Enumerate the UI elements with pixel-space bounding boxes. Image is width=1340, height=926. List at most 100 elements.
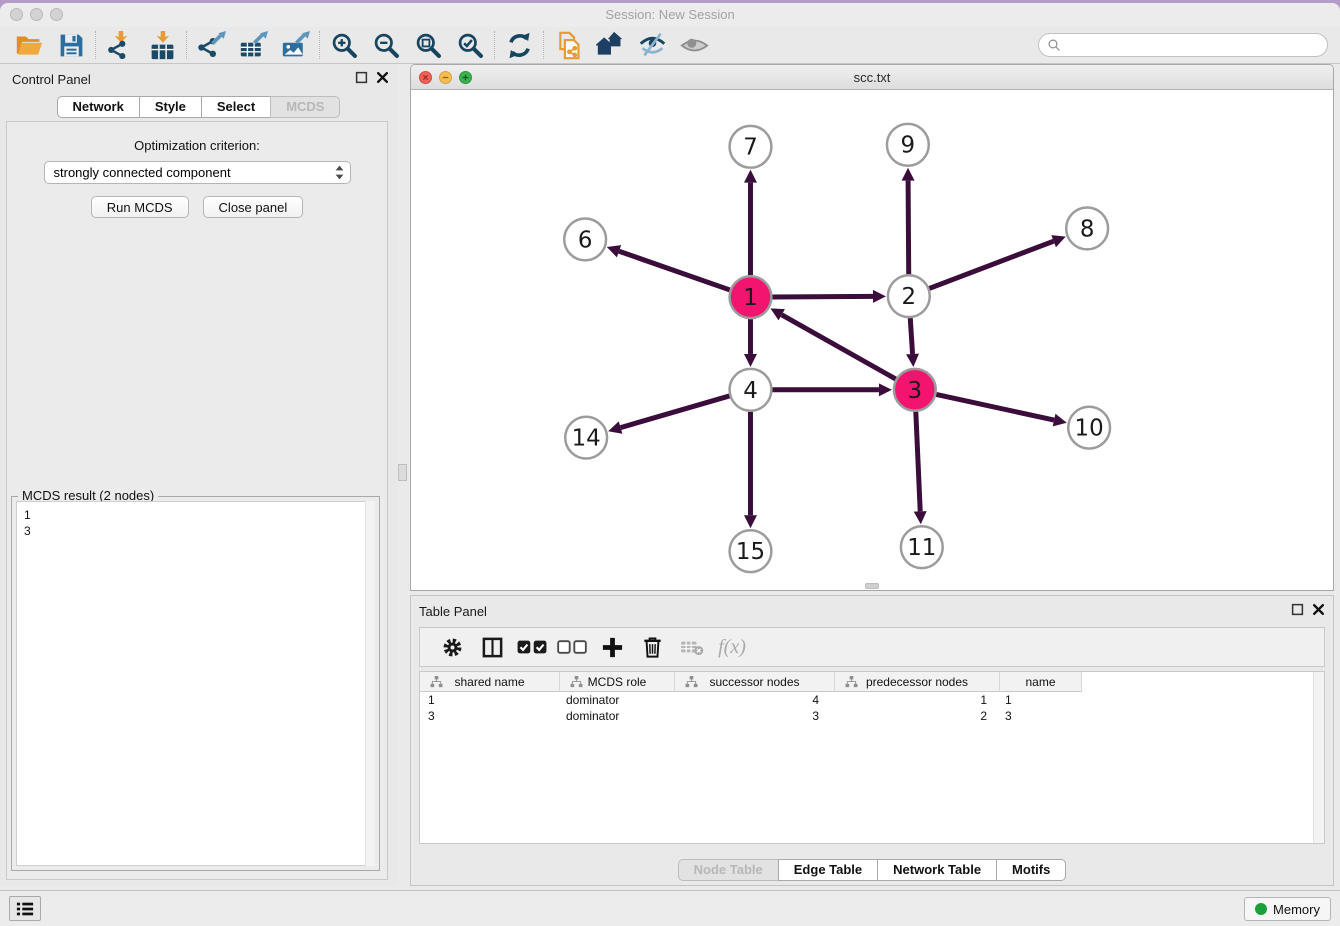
- mcds-result-group: MCDS result (2 nodes) 13: [11, 496, 380, 871]
- import-table-button[interactable]: [141, 29, 183, 61]
- table-panel: Table Panel f(x) shared nameMCDS rolesuc…: [410, 595, 1334, 886]
- task-history-button[interactable]: [9, 896, 41, 921]
- tab-node-table[interactable]: Node Table: [678, 859, 779, 881]
- panel-splitter[interactable]: [398, 464, 407, 481]
- network-hscroll-thumb[interactable]: [865, 583, 879, 589]
- save-icon: [57, 31, 86, 60]
- fx-icon: f(x): [718, 636, 746, 659]
- graph-node-14[interactable]: 14: [565, 417, 607, 459]
- close-panel-icon[interactable]: [375, 71, 389, 85]
- zoom-out-button[interactable]: [365, 29, 407, 61]
- trash-icon: [641, 636, 664, 659]
- close-table-panel-icon[interactable]: [1311, 603, 1325, 617]
- network-zoom-button[interactable]: [459, 71, 472, 84]
- svg-text:10: 10: [1075, 416, 1104, 442]
- zoom-in-button[interactable]: [323, 29, 365, 61]
- tab-network[interactable]: Network: [57, 96, 140, 118]
- export-table-icon: [239, 31, 268, 60]
- graph-node-7[interactable]: 7: [730, 126, 772, 168]
- network-minimize-button[interactable]: [439, 71, 452, 84]
- float-panel-icon[interactable]: [354, 71, 368, 85]
- add-column-button[interactable]: [594, 632, 630, 662]
- svg-text:14: 14: [572, 426, 601, 452]
- first-neighbors-button[interactable]: [589, 29, 631, 61]
- network-graph[interactable]: 7 9 6 8 1 2 4 3 14 10 15 11: [411, 90, 1333, 590]
- table-settings-button[interactable]: [434, 632, 470, 662]
- tab-style[interactable]: Style: [139, 96, 202, 118]
- graph-node-3[interactable]: 3: [894, 369, 936, 411]
- save-session-button[interactable]: [50, 29, 92, 61]
- tree-icon: [425, 676, 438, 688]
- table-row[interactable]: 3dominator323: [420, 708, 1324, 724]
- graph-edges[interactable]: [607, 168, 1067, 529]
- open-file-button[interactable]: [8, 29, 50, 61]
- toolbar-separator: [319, 31, 320, 59]
- gear-icon: [441, 636, 464, 659]
- desktop: Session: New Session Control Panel Netwo…: [0, 0, 1340, 926]
- result-scrollbar[interactable]: [365, 501, 375, 866]
- graph-node-8[interactable]: 8: [1066, 208, 1108, 250]
- mcds-result-text[interactable]: 13: [16, 501, 375, 866]
- tab-motifs[interactable]: Motifs: [996, 859, 1066, 881]
- tab-network-table[interactable]: Network Table: [877, 859, 997, 881]
- minimize-window-button[interactable]: [30, 8, 43, 21]
- export-table-button[interactable]: [232, 29, 274, 61]
- control-panel-header: Control Panel: [0, 64, 397, 94]
- zoom-selected-button[interactable]: [449, 29, 491, 61]
- table-cell: 4: [675, 692, 835, 708]
- graph-node-9[interactable]: 9: [887, 124, 929, 166]
- close-window-button[interactable]: [10, 8, 23, 21]
- run-mcds-button[interactable]: Run MCDS: [91, 196, 189, 218]
- graph-node-2[interactable]: 2: [888, 275, 930, 317]
- export-network-button[interactable]: [190, 29, 232, 61]
- show-all-button[interactable]: [673, 29, 715, 61]
- network-canvas[interactable]: 7 9 6 8 1 2 4 3 14 10 15 11: [411, 90, 1333, 590]
- graph-node-15[interactable]: 15: [730, 530, 772, 572]
- column-header-successor-nodes[interactable]: successor nodes: [675, 672, 835, 692]
- search-box[interactable]: [1038, 33, 1328, 57]
- zoom-window-button[interactable]: [50, 8, 63, 21]
- clone-network-button[interactable]: [547, 29, 589, 61]
- column-header-name[interactable]: name: [1000, 672, 1082, 692]
- graph-node-4[interactable]: 4: [730, 369, 772, 411]
- tab-edge-table[interactable]: Edge Table: [778, 859, 878, 881]
- svg-text:3: 3: [908, 378, 923, 404]
- float-table-panel-icon[interactable]: [1290, 603, 1304, 617]
- tab-select[interactable]: Select: [201, 96, 271, 118]
- export-image-button[interactable]: [274, 29, 316, 61]
- zoom-fit-button[interactable]: [407, 29, 449, 61]
- result-line: 3: [24, 523, 374, 539]
- network-close-button[interactable]: [419, 71, 432, 84]
- delete-table-button[interactable]: [674, 632, 710, 662]
- apply-layout-button[interactable]: [498, 29, 540, 61]
- table-row[interactable]: 1dominator411: [420, 692, 1324, 708]
- optimization-dropdown[interactable]: strongly connected component: [44, 161, 351, 184]
- tab-mcds[interactable]: MCDS: [270, 96, 340, 118]
- column-header-predecessor-nodes[interactable]: predecessor nodes: [835, 672, 1000, 692]
- column-header-MCDS-role[interactable]: MCDS role: [560, 672, 675, 692]
- close-panel-button[interactable]: Close panel: [203, 196, 304, 218]
- graph-node-10[interactable]: 10: [1068, 407, 1110, 449]
- zoom-out-icon: [372, 31, 401, 60]
- import-network-button[interactable]: [99, 29, 141, 61]
- table-header-row: shared nameMCDS rolesuccessor nodesprede…: [420, 672, 1324, 692]
- function-builder-button[interactable]: f(x): [714, 632, 750, 662]
- table-scrollbar[interactable]: [1313, 672, 1324, 843]
- memory-button[interactable]: Memory: [1244, 897, 1331, 921]
- delete-column-button[interactable]: [634, 632, 670, 662]
- select-all-rows-button[interactable]: [514, 632, 550, 662]
- svg-text:1: 1: [743, 285, 758, 311]
- column-header-shared-name[interactable]: shared name: [420, 672, 560, 692]
- deselect-all-rows-button[interactable]: [554, 632, 590, 662]
- graph-node-11[interactable]: 11: [901, 526, 943, 568]
- graph-node-6[interactable]: 6: [564, 218, 606, 260]
- import-table-icon: [148, 31, 177, 60]
- hide-selected-button[interactable]: [631, 29, 673, 61]
- svg-text:11: 11: [907, 535, 936, 561]
- toolbar-separator: [95, 31, 96, 59]
- table-cell: 3: [1000, 708, 1082, 724]
- table-cell: 3: [675, 708, 835, 724]
- graph-node-1[interactable]: 1: [730, 276, 772, 318]
- toggle-panel-mode-button[interactable]: [474, 632, 510, 662]
- search-input[interactable]: [1067, 38, 1319, 53]
